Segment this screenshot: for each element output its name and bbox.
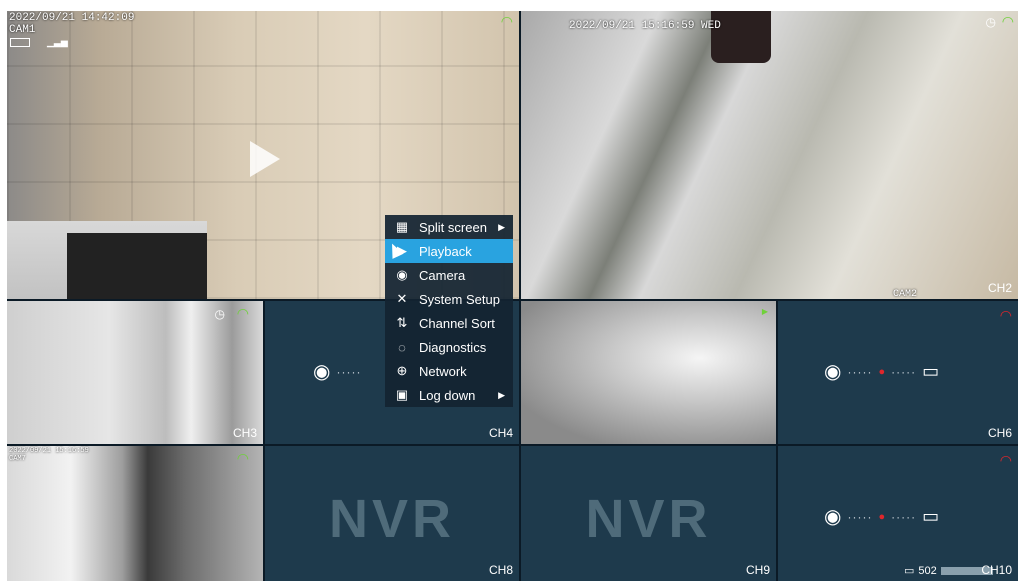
error-dot-icon: ● xyxy=(878,510,886,523)
device-id: 502 xyxy=(918,564,937,577)
wifi-icon: ◠ xyxy=(999,307,1012,323)
menu-item-system-setup[interactable]: ✕ System Setup xyxy=(385,287,513,311)
connection-dots: ····· xyxy=(891,509,917,524)
error-dot-icon: ● xyxy=(878,365,886,378)
play-indicator-icon: ▶ xyxy=(761,307,768,316)
clock-icon: ◷ xyxy=(214,307,225,321)
video-tile-ch5[interactable]: ▶ xyxy=(521,301,776,444)
timestamp: 2022/09/21 15:16:59 WED xyxy=(569,20,721,32)
video-tile-cam2[interactable]: 2022/09/21 15:16:59 WED CAM2 ◷ ◠ CH2 xyxy=(521,11,1018,299)
webcam-icon: ◉ xyxy=(313,361,331,383)
timestamp: 2022/09/21 14:42:09 xyxy=(9,12,135,24)
wifi-icon: ◠ xyxy=(999,452,1012,468)
channel-tile-ch9[interactable]: NVR CH9 xyxy=(521,446,776,581)
globe-icon: ⊕ xyxy=(396,363,408,378)
menu-item-label: Diagnostics xyxy=(419,339,487,355)
logout-icon: ▣ xyxy=(395,387,409,402)
play-icon[interactable] xyxy=(250,141,280,177)
wifi-icon: ◠ xyxy=(500,13,513,29)
context-menu: ▦ Split screen ▶ ▶ Playback ◉ Camera ✕ S… xyxy=(385,215,513,407)
camera-label: CAM2 xyxy=(893,289,918,299)
channel-label: CH4 xyxy=(488,426,513,440)
nvr-logo-text: NVR xyxy=(328,489,455,549)
webcam-icon: ◉ xyxy=(824,506,842,528)
menu-item-label: System Setup xyxy=(419,291,500,307)
battery-icon xyxy=(10,38,30,47)
menu-item-camera[interactable]: ◉ Camera xyxy=(385,263,513,287)
menu-item-label: Log down xyxy=(419,387,476,403)
connection-status: ◉ ····· ● ····· ▭ xyxy=(824,359,939,384)
pallet xyxy=(67,233,207,299)
channel-label: CH9 xyxy=(745,563,770,577)
dark-object xyxy=(711,11,771,63)
menu-item-playback[interactable]: ▶ Playback xyxy=(385,239,513,263)
menu-item-network[interactable]: ⊕ Network xyxy=(385,359,513,383)
wifi-icon: ◠ xyxy=(236,305,249,321)
monitor-icon: ▭ xyxy=(922,361,940,381)
grid-icon: ▦ xyxy=(395,219,409,234)
menu-item-label: Network xyxy=(419,363,467,379)
menu-item-label: Playback xyxy=(419,243,472,259)
connection-dots: ····· xyxy=(336,364,362,379)
video-tile-ch3[interactable]: ◷ ◠ CH3 xyxy=(7,301,263,444)
diagnostics-icon: ◌ xyxy=(398,339,406,355)
channel-label: CH3 xyxy=(232,426,257,440)
nvr-logo-text: NVR xyxy=(585,489,712,549)
timestamp: 2022/09/21 15:16:59 xyxy=(9,447,89,455)
webcam-icon: ◉ xyxy=(824,361,842,383)
connection-dots: ····· xyxy=(847,364,873,379)
nvr-grid: 2022/09/21 14:42:09 CAM1 ▁▃▅ ◠ 2022/09/2… xyxy=(7,11,1018,581)
wifi-icon: ◠ xyxy=(1001,13,1014,29)
menu-item-diagnostics[interactable]: ◌ Diagnostics xyxy=(385,335,513,359)
menu-item-split-screen[interactable]: ▦ Split screen ▶ xyxy=(385,215,513,239)
menu-item-log-down[interactable]: ▣ Log down ▶ xyxy=(385,383,513,407)
connection-status: ◉ ····· ● ····· ▭ xyxy=(824,504,939,529)
channel-tile-ch10[interactable]: ◠ ◉ ····· ● ····· ▭ ▭ 502 CH10 xyxy=(778,446,1018,581)
device-info: ▭ 502 xyxy=(904,564,993,577)
menu-item-label: Split screen xyxy=(419,219,487,235)
channel-tile-ch6[interactable]: ◠ ◉ ····· ● ····· ▭ CH6 xyxy=(778,301,1018,444)
channel-label: CH8 xyxy=(488,563,513,577)
tools-icon: ✕ xyxy=(396,291,408,306)
device-icon: ▭ xyxy=(904,565,915,577)
monitor-icon: ▭ xyxy=(922,506,940,526)
camera-label: CAM1 xyxy=(9,24,36,36)
video-tile-cam7[interactable]: 2022/09/21 15:16:59 CAM7 ◠ xyxy=(7,446,263,581)
menu-item-label: Channel Sort xyxy=(419,315,495,331)
camera-icon: ◉ xyxy=(396,267,408,282)
camera-label: CAM7 xyxy=(9,455,26,463)
submenu-arrow-icon: ▶ xyxy=(498,221,505,232)
connection-status: ◉ ····· xyxy=(313,359,361,384)
menu-item-channel-sort[interactable]: ⇅ Channel Sort xyxy=(385,311,513,335)
menu-item-label: Camera xyxy=(419,267,466,283)
connection-dots: ····· xyxy=(847,509,873,524)
signal-bars-icon: ▁▃▅ xyxy=(47,37,68,47)
wifi-icon: ◠ xyxy=(236,450,249,466)
submenu-arrow-icon: ▶ xyxy=(498,389,505,400)
connection-dots: ····· xyxy=(891,364,917,379)
channel-tile-ch8[interactable]: NVR CH8 xyxy=(265,446,519,581)
sort-icon: ⇅ xyxy=(396,315,408,330)
clock-icon: ◷ xyxy=(985,15,996,29)
channel-label: CH10 xyxy=(981,563,1012,577)
channel-label: CH6 xyxy=(987,426,1012,440)
channel-label: CH2 xyxy=(987,281,1012,295)
